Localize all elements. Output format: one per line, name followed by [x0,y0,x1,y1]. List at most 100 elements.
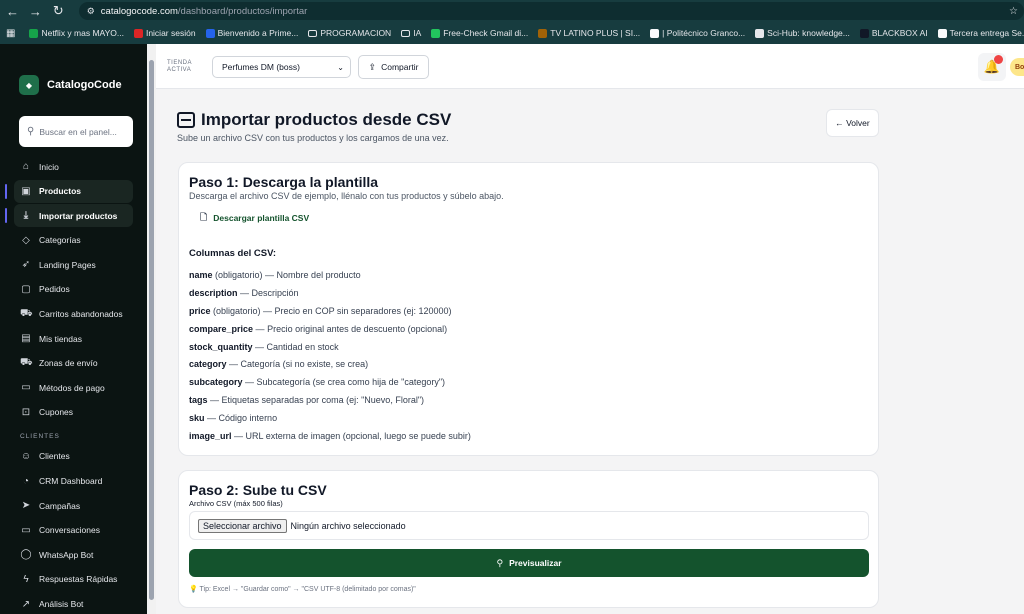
reload-icon[interactable]: ↻ [48,3,69,19]
forward-arrow-icon[interactable]: → [25,4,46,19]
column-name: sku [189,413,205,424]
url-path: /dashboard/productos/importar [177,5,308,17]
column-name: category [189,359,227,370]
column-qualifier: — [237,287,252,298]
brand[interactable]: ◆ CatalogoCode [0,44,147,102]
sidebar-item-label: Mis tiendas [39,333,82,344]
bookmark-item[interactable]: Netflix y mas MAYO... [29,28,124,38]
brand-logo-icon: ◆ [19,75,39,95]
bag-icon: ▣ [21,185,31,197]
bookmark-item[interactable]: Free-Check Gmail di... [431,28,528,38]
scrollbar-thumb[interactable] [149,60,154,600]
sidebar-item-categorías[interactable]: ◇ Categorías [14,229,133,252]
column-name: tags [189,395,208,406]
sidebar-item-label: Clientes [39,451,70,462]
share-button-label: Compartir [381,62,419,72]
sidebar-item-campa-as[interactable]: ➤ Campañas [14,494,133,517]
bookmark-item[interactable]: PROGRAMACION [308,28,391,38]
bookmark-item[interactable]: Sci-Hub: knowledge... [755,28,850,38]
site-info-icon[interactable]: ⚙ [87,6,95,17]
choose-file-button[interactable]: Seleccionar archivo [198,518,287,533]
sidebar-item-análisis-bot[interactable]: ↗ Análisis Bot [14,593,133,614]
step1-card: Paso 1: Descarga la plantilla Descarga e… [178,162,879,456]
column-row: description — Descripción [189,288,878,306]
download-template-link[interactable]: 🗋 Descargar plantilla CSV [200,210,878,226]
bolt-icon: ϟ [23,573,29,585]
bookmark-label: IA [413,28,422,38]
user-menu[interactable]: Bo [1010,58,1024,76]
sidebar-item-carritos-abandonados[interactable]: ⛟ Carritos abandonados [14,303,133,326]
bookmark-favicon-icon [937,28,947,38]
sidebar-item-conversaciones[interactable]: ▭ Conversaciones [14,519,133,542]
share-button[interactable]: ⇪ Compartir [358,55,429,79]
bookmark-item[interactable]: Tercera entrega Se... [937,28,1024,38]
back-button[interactable]: ← Volver [826,109,879,137]
bookmark-item[interactable]: Bienvenido a Prime... [205,28,299,38]
sidebar-scrollbar[interactable] [147,44,156,614]
column-row: subcategory — Subcategoría (se crea como… [189,377,878,395]
bookmark-favicon-icon [205,28,215,38]
active-store-label-line2: ACTIVA [167,67,192,73]
columns-title: Columnas del CSV: [189,248,277,259]
preview-button-label: Previsualizar [509,558,562,568]
page-title-text: Importar productos desde CSV [201,110,452,129]
sidebar-item-respuestas-rápidas[interactable]: ϟ Respuestas Rápidas [14,568,133,591]
bookmark-label: BLACKBOX AI [871,28,928,38]
bookmark-star-icon[interactable]: ☆ [1009,6,1018,17]
sidebar-item-métodos-de-pago[interactable]: ▭ Métodos de pago [14,376,133,399]
bookmark-item[interactable]: BLACKBOX AI [859,28,928,38]
back-arrow-icon[interactable]: ← [2,4,23,19]
sidebar-item-cupones[interactable]: ⊡ Cupones [14,401,133,424]
sidebar-item-productos[interactable]: ▣ Productos [5,179,133,203]
active-store-label-line1: TIENDA [167,60,193,66]
bookmark-item[interactable]: Iniciar sesión [133,28,196,38]
bookmark-favicon-icon [650,28,660,38]
column-row: name (obligatorio) — Nombre del producto [189,270,878,288]
sidebar-item-label: Landing Pages [39,259,96,270]
sidebar-item-mis-tiendas[interactable]: ▤ Mis tiendas [14,327,133,350]
sidebar-item-pedidos[interactable]: ▢ Pedidos [14,278,133,301]
sidebar-item-label: Métodos de pago [39,382,105,393]
bookmark-favicon-icon [133,28,143,38]
file-input[interactable]: Seleccionar archivo Ningún archivo selec… [189,511,869,540]
column-description: Precio original antes de descuento (opci… [267,323,448,334]
bookmark-item[interactable]: TV LATINO PLUS | SI... [538,28,640,38]
sidebar-search-input[interactable]: ⚲ Buscar en el panel... [19,116,133,147]
sidebar-item-label: Cupones [39,407,74,418]
bookmark-favicon-icon [538,28,548,38]
columns-list: name (obligatorio) — Nombre del producto… [189,270,878,449]
sidebar-item-label: CRM Dashboard [39,476,103,487]
bookmark-label: Netflix y mas MAYO... [41,28,124,38]
brand-name: CatalogoCode [47,79,122,91]
cart-icon: ⛟ [20,307,33,319]
browser-chrome: ← → ↻ ⚙ catalogocode.com/dashboard/produ… [0,0,1024,44]
column-row: price (obligatorio) — Precio en COP sin … [189,306,878,324]
bookmark-item[interactable]: | Politécnico Granco... [650,28,745,38]
sidebar-item-label: Conversaciones [39,525,100,536]
folder-icon [401,29,411,37]
bookmark-label: Iniciar sesión [145,28,196,38]
sidebar-item-whatsapp-bot[interactable]: ◯ WhatsApp Bot [14,543,133,566]
trend-icon: ↗ [21,598,31,610]
sidebar-item-crm-dashboard[interactable]: ◔ CRM Dashboard [14,470,133,493]
sidebar-section-clients: CLIENTES [20,432,60,440]
sidebar-menu: ⌂ Inicio ▣ Productos ⤓ Importar productos ◇ Cat… [0,155,147,424]
column-name: compare_price [189,323,254,334]
column-qualifier: — [204,413,219,424]
preview-button[interactable]: ⚲ Previsualizar [189,549,869,577]
sidebar-item-clientes[interactable]: ☺ Clientes [14,445,133,468]
bookmark-item[interactable]: IA [401,28,421,38]
truck-icon: ⛟ [20,356,33,368]
apps-grid-icon[interactable]: ▦ [6,28,15,39]
sidebar-item-label: Productos [39,186,82,197]
sidebar-item-importar-productos[interactable]: ⤓ Importar productos [5,204,133,228]
store-select[interactable]: Perfumes DM (boss) ⌄ [212,56,351,78]
column-qualifier: — [253,323,268,334]
sidebar-item-landing-pages[interactable]: ➶ Landing Pages [14,253,133,276]
sidebar-item-zonas-de-envío[interactable]: ⛟ Zonas de envío [14,352,133,375]
bookmark-label: Bienvenido a Prime... [217,28,299,38]
column-description: Cantidad en stock [266,341,339,352]
step1-title: Paso 1: Descarga la plantilla [189,174,379,190]
sidebar-item-inicio[interactable]: ⌂ Inicio [14,155,133,178]
url-bar[interactable]: ⚙ catalogocode.com/dashboard/productos/i… [78,2,1024,20]
